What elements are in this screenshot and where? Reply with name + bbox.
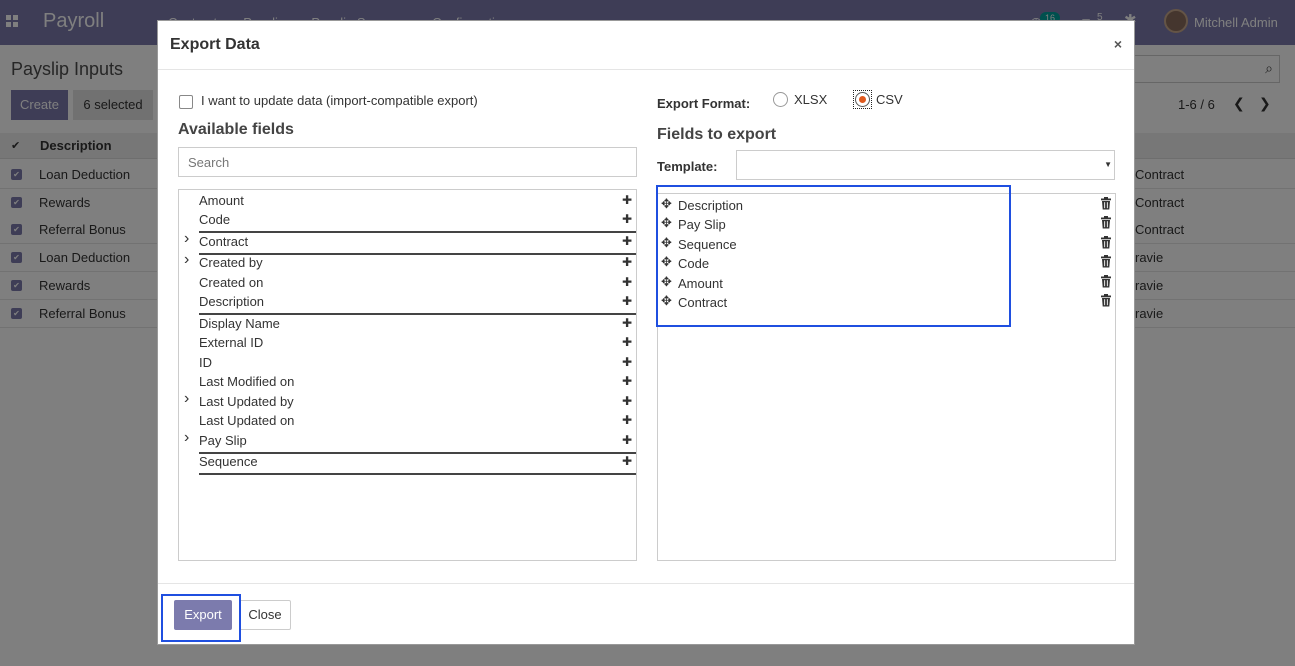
available-field-label: Sequence (199, 454, 258, 469)
fields-to-export-title: Fields to export (657, 126, 777, 143)
export-fields-highlight (656, 185, 1011, 327)
fields-search-input[interactable] (178, 147, 637, 177)
format-xlsx-radio[interactable] (773, 92, 788, 107)
trash-icon[interactable] (1100, 275, 1112, 288)
dialog-footer: Export Close (158, 583, 1134, 644)
format-csv-label[interactable]: CSV (876, 92, 903, 107)
add-field-icon[interactable]: ✚ (622, 234, 632, 248)
available-field-row[interactable]: External ID ✚ (179, 334, 636, 353)
add-field-icon[interactable]: ✚ (622, 275, 632, 289)
available-field-row[interactable]: › Created by ✚ (179, 251, 636, 273)
add-field-icon[interactable]: ✚ (622, 454, 632, 468)
add-field-icon[interactable]: ✚ (622, 394, 632, 408)
add-field-icon[interactable]: ✚ (622, 255, 632, 269)
available-field-row[interactable]: Sequence ✚ (179, 453, 636, 475)
available-field-label: ID (199, 355, 212, 370)
available-field-row[interactable]: Code ✚ (179, 211, 636, 233)
available-field-label: Last Modified on (199, 374, 295, 389)
template-select[interactable]: ▼ (736, 150, 1115, 180)
close-button[interactable]: Close (239, 600, 291, 630)
available-field-label: Last Updated on (199, 413, 295, 428)
add-field-icon[interactable]: ✚ (622, 413, 632, 427)
chevron-right-icon[interactable]: › (184, 251, 189, 269)
available-field-row[interactable]: Description ✚ (179, 293, 636, 315)
export-data-dialog: Export Data × I want to update data (imp… (157, 20, 1135, 645)
format-xlsx-label[interactable]: XLSX (794, 92, 827, 107)
import-compatible-checkbox[interactable] (179, 95, 193, 109)
available-field-label: Created by (199, 255, 263, 270)
available-field-label: Pay Slip (199, 433, 247, 448)
add-field-icon[interactable]: ✚ (622, 335, 632, 349)
available-field-label: Last Updated by (199, 394, 294, 409)
chevron-down-icon: ▼ (1104, 160, 1112, 169)
dialog-header: Export Data × (158, 21, 1134, 70)
add-field-icon[interactable]: ✚ (622, 355, 632, 369)
available-fields-list: Amount ✚ Code ✚ › Contract ✚ › Created by ✚ Create… (178, 189, 637, 561)
trash-icon[interactable] (1100, 236, 1112, 249)
chevron-right-icon[interactable]: › (184, 429, 189, 447)
available-field-row[interactable]: › Pay Slip ✚ (179, 429, 636, 454)
available-field-label: Created on (199, 275, 264, 290)
add-field-icon[interactable]: ✚ (622, 193, 632, 207)
dialog-title: Export Data (170, 36, 260, 53)
available-field-row[interactable]: Amount ✚ (179, 192, 636, 211)
available-field-row[interactable]: Display Name ✚ (179, 315, 636, 334)
template-label: Template: (657, 159, 718, 174)
available-field-row[interactable]: ID ✚ (179, 354, 636, 373)
available-field-row[interactable]: › Contract ✚ (179, 230, 636, 255)
available-field-label: Description (199, 294, 265, 309)
available-field-label: Display Name (199, 316, 280, 331)
available-field-label: Code (199, 212, 231, 227)
trash-icon[interactable] (1100, 294, 1112, 307)
close-icon[interactable]: × (1114, 36, 1122, 52)
format-csv-radio[interactable] (855, 92, 870, 107)
add-field-icon[interactable]: ✚ (622, 433, 632, 447)
available-field-row[interactable]: › Last Updated by ✚ (179, 390, 636, 412)
chevron-right-icon[interactable]: › (184, 390, 189, 408)
available-field-label: Amount (199, 193, 244, 208)
available-field-row[interactable]: Created on ✚ (179, 274, 636, 293)
add-field-icon[interactable]: ✚ (622, 212, 632, 226)
trash-icon[interactable] (1100, 255, 1112, 268)
add-field-icon[interactable]: ✚ (622, 316, 632, 330)
add-field-icon[interactable]: ✚ (622, 374, 632, 388)
add-field-icon[interactable]: ✚ (622, 294, 632, 308)
trash-icon[interactable] (1100, 216, 1112, 229)
available-field-row[interactable]: Last Modified on ✚ (179, 373, 636, 392)
import-compatible-label[interactable]: I want to update data (import-compatible… (201, 93, 478, 108)
available-field-label: External ID (199, 335, 264, 350)
available-field-row[interactable]: Last Updated on ✚ (179, 412, 636, 431)
available-fields-title: Available fields (178, 121, 294, 138)
trash-icon[interactable] (1100, 197, 1112, 210)
available-field-label: Contract (199, 234, 249, 249)
chevron-right-icon[interactable]: › (184, 230, 189, 248)
export-button-highlight (161, 594, 241, 642)
export-format-label: Export Format: (657, 96, 751, 111)
